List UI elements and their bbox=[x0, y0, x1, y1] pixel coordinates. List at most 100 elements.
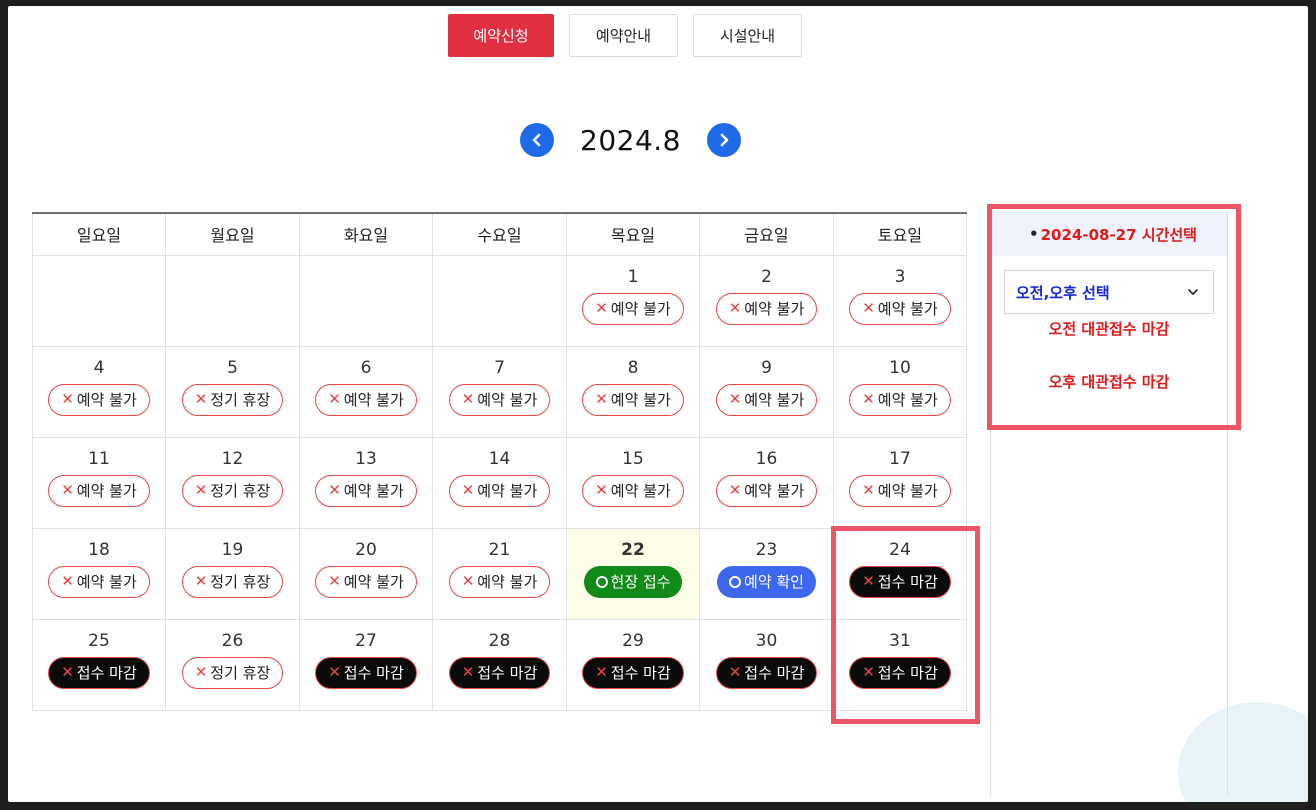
day-number: 19 bbox=[221, 539, 244, 560]
x-mark-icon: ✕ bbox=[61, 572, 74, 590]
status-badge-unavail[interactable]: ✕ 예약 불가 bbox=[582, 292, 684, 325]
status-label: 정기 휴장 bbox=[210, 482, 271, 500]
calendar-day-cell[interactable]: 23 예약 확인 bbox=[699, 527, 834, 620]
weekday-sun: 일요일 bbox=[32, 213, 166, 256]
status-badge-closed[interactable]: ✕ 접수 마감 bbox=[315, 656, 417, 689]
status-label: 접수 마감 bbox=[610, 664, 671, 682]
status-badge-onsite[interactable]: 현장 접수 bbox=[583, 565, 683, 598]
day-number: 17 bbox=[889, 448, 911, 469]
status-badge-closed[interactable]: ✕ 접수 마감 bbox=[48, 656, 150, 689]
calendar-day-cell[interactable]: 22 현장 접수 bbox=[566, 527, 700, 620]
status-label: 접수 마감 bbox=[744, 664, 805, 682]
status-badge-unavail[interactable]: ✕ 예약 불가 bbox=[849, 474, 951, 507]
status-badge-unavail[interactable]: ✕ 예약 불가 bbox=[48, 565, 150, 598]
x-mark-icon: ✕ bbox=[194, 663, 208, 681]
calendar-day-cell[interactable]: 26 ✕ 정기 휴장 bbox=[165, 618, 300, 711]
prev-month-button[interactable] bbox=[520, 123, 554, 157]
status-badge-closed-day[interactable]: ✕ 정기 휴장 bbox=[181, 565, 284, 598]
status-label: 정기 휴장 bbox=[210, 664, 271, 682]
status-badge-closed[interactable]: ✕ 접수 마감 bbox=[582, 656, 684, 689]
calendar-day-cell[interactable]: 14 ✕ 예약 불가 bbox=[432, 436, 567, 529]
calendar-day-cell[interactable]: 21 ✕ 예약 불가 bbox=[432, 527, 567, 620]
calendar-day-cell[interactable]: 10 ✕ 예약 불가 bbox=[833, 345, 967, 438]
x-mark-icon: ✕ bbox=[728, 299, 742, 317]
x-mark-icon: ✕ bbox=[862, 299, 875, 317]
calendar-day-cell[interactable]: 25 ✕ 접수 마감 bbox=[32, 618, 166, 711]
calendar-week-row: 1 ✕ 예약 불가 2 ✕ 예약 불가 3 ✕ 예약 불가 bbox=[32, 254, 967, 347]
status-badge-unavail[interactable]: ✕ 예약 불가 bbox=[849, 383, 951, 416]
calendar-day-cell[interactable]: 2 ✕ 예약 불가 bbox=[699, 254, 834, 347]
chevron-left-icon bbox=[532, 133, 541, 147]
x-mark-icon: ✕ bbox=[61, 390, 74, 408]
day-number: 13 bbox=[355, 448, 377, 469]
status-badge-closed[interactable]: ✕ 접수 마감 bbox=[448, 656, 551, 689]
next-month-button[interactable] bbox=[707, 123, 741, 157]
calendar-day-cell[interactable]: 9 ✕ 예약 불가 bbox=[699, 345, 834, 438]
status-badge-unavail[interactable]: ✕ 예약 불가 bbox=[715, 383, 818, 416]
status-badge-closed[interactable]: ✕ 접수 마감 bbox=[715, 656, 818, 689]
x-mark-icon: ✕ bbox=[461, 481, 475, 499]
calendar-day-cell[interactable]: 7 ✕ 예약 불가 bbox=[432, 345, 567, 438]
status-badge-closed-day[interactable]: ✕ 정기 휴장 bbox=[181, 656, 284, 689]
calendar-day-cell[interactable]: 30 ✕ 접수 마감 bbox=[699, 618, 834, 711]
calendar-day-cell[interactable]: 16 ✕ 예약 불가 bbox=[699, 436, 834, 529]
calendar-day-cell[interactable]: 5 ✕ 정기 휴장 bbox=[165, 345, 300, 438]
status-badge-closed-day[interactable]: ✕ 정기 휴장 bbox=[181, 383, 284, 416]
tab-reservation-request[interactable]: 예약신청 bbox=[448, 14, 554, 57]
calendar-day-cell[interactable]: 18 ✕ 예약 불가 bbox=[32, 527, 166, 620]
day-number: 30 bbox=[755, 630, 778, 651]
status-label: 예약 불가 bbox=[343, 573, 404, 591]
status-badge-unavail[interactable]: ✕ 예약 불가 bbox=[448, 383, 551, 416]
calendar-day-cell[interactable]: 1 ✕ 예약 불가 bbox=[566, 254, 700, 347]
status-badge-confirm[interactable]: 예약 확인 bbox=[717, 565, 816, 598]
calendar-day-cell[interactable]: 28 ✕ 접수 마감 bbox=[432, 618, 567, 711]
calendar-day-cell[interactable]: 29 ✕ 접수 마감 bbox=[566, 618, 700, 711]
x-mark-icon: ✕ bbox=[328, 390, 341, 408]
weekday-thu: 목요일 bbox=[566, 213, 700, 256]
weekday-wed: 수요일 bbox=[432, 213, 567, 256]
status-label: 예약 불가 bbox=[744, 300, 805, 318]
tab-facility-guide[interactable]: 시설안내 bbox=[693, 14, 802, 57]
status-badge-unavail[interactable]: ✕ 예약 불가 bbox=[715, 474, 818, 507]
day-number: 11 bbox=[88, 448, 110, 469]
calendar-day-cell[interactable]: 11 ✕ 예약 불가 bbox=[32, 436, 166, 529]
status-badge-unavail[interactable]: ✕ 예약 불가 bbox=[715, 292, 818, 325]
day-number: 27 bbox=[355, 630, 377, 651]
calendar-day-cell[interactable]: 17 ✕ 예약 불가 bbox=[833, 436, 967, 529]
calendar-day-cell[interactable]: 4 ✕ 예약 불가 bbox=[32, 345, 166, 438]
day-number: 3 bbox=[894, 266, 906, 287]
status-badge-unavail[interactable]: ✕ 예약 불가 bbox=[448, 565, 551, 598]
circle-icon bbox=[595, 575, 608, 588]
status-badge-unavail[interactable]: ✕ 예약 불가 bbox=[48, 474, 150, 507]
status-label: 접수 마감 bbox=[477, 664, 538, 682]
status-badge-unavail[interactable]: ✕ 예약 불가 bbox=[448, 474, 551, 507]
status-badge-unavail[interactable]: ✕ 예약 불가 bbox=[315, 383, 417, 416]
tab-reservation-guide[interactable]: 예약안내 bbox=[569, 14, 678, 57]
status-badge-unavail[interactable]: ✕ 예약 불가 bbox=[849, 292, 951, 325]
calendar-day-cell[interactable]: 13 ✕ 예약 불가 bbox=[299, 436, 433, 529]
status-badge-unavail[interactable]: ✕ 예약 불가 bbox=[315, 474, 417, 507]
calendar-day-cell[interactable]: 8 ✕ 예약 불가 bbox=[566, 345, 700, 438]
calendar-table: 일요일 월요일 화요일 수요일 목요일 금요일 토요일 1 ✕ 예약 불가 2 ✕ 예약 … bbox=[32, 212, 967, 711]
calendar-day-cell[interactable]: 6 ✕ 예약 불가 bbox=[299, 345, 433, 438]
calendar-day-cell[interactable]: 3 ✕ 예약 불가 bbox=[833, 254, 967, 347]
calendar-day-cell[interactable]: 20 ✕ 예약 불가 bbox=[299, 527, 433, 620]
status-badge-closed-day[interactable]: ✕ 정기 휴장 bbox=[181, 474, 284, 507]
status-badge-unavail[interactable]: ✕ 예약 불가 bbox=[315, 565, 417, 598]
day-number: 25 bbox=[88, 630, 110, 651]
calendar-day-cell[interactable]: 27 ✕ 접수 마감 bbox=[299, 618, 433, 711]
status-label: 예약 불가 bbox=[343, 482, 404, 500]
calendar-day-cell[interactable]: 15 ✕ 예약 불가 bbox=[566, 436, 700, 529]
weekday-sat: 토요일 bbox=[833, 213, 967, 256]
status-badge-unavail[interactable]: ✕ 예약 불가 bbox=[582, 383, 684, 416]
status-badge-unavail[interactable]: ✕ 예약 불가 bbox=[582, 474, 684, 507]
calendar-day-cell[interactable]: 12 ✕ 정기 휴장 bbox=[165, 436, 300, 529]
day-number: 21 bbox=[488, 539, 511, 560]
status-badge-unavail[interactable]: ✕ 예약 불가 bbox=[48, 383, 150, 416]
x-mark-icon: ✕ bbox=[328, 481, 341, 499]
x-mark-icon: ✕ bbox=[595, 390, 608, 408]
status-label: 예약 불가 bbox=[76, 482, 137, 500]
x-mark-icon: ✕ bbox=[461, 663, 475, 681]
calendar-day-cell[interactable]: 19 ✕ 정기 휴장 bbox=[165, 527, 300, 620]
calendar-week-row: 25 ✕ 접수 마감 26 ✕ 정기 휴장 27 ✕ 접수 마감 28 ✕ 접수 마감 29 ✕ 접수 마감… bbox=[32, 618, 967, 711]
